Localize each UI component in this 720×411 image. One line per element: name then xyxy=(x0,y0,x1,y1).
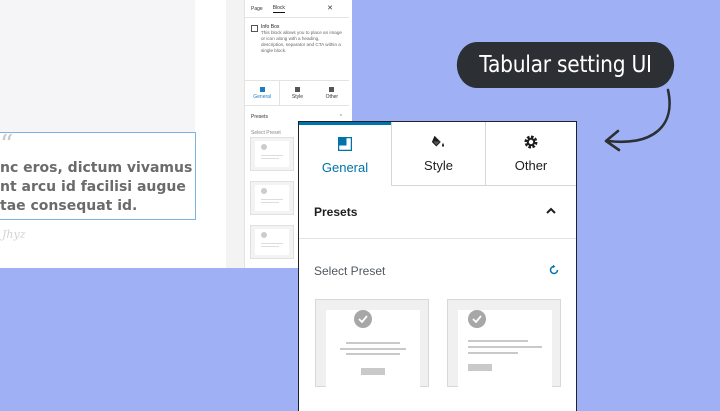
presets-title: Presets xyxy=(314,205,358,219)
gear-icon xyxy=(523,134,539,150)
mini-preset-card[interactable] xyxy=(250,137,294,171)
canvas-area xyxy=(0,0,195,132)
mini-block-description: This block allows you to place an image … xyxy=(261,30,342,53)
preset-card[interactable] xyxy=(447,299,561,388)
tab-other-label: Other xyxy=(514,158,548,173)
presets-section-header[interactable]: Presets xyxy=(299,186,576,239)
tab-style[interactable]: Style xyxy=(391,122,485,186)
layout-icon xyxy=(337,136,353,152)
settings-tabs: General Style Other xyxy=(299,122,576,186)
mini-tab-general[interactable]: General xyxy=(245,81,281,105)
mini-tab-style-label: Style xyxy=(291,93,304,100)
select-preset-label: Select Preset xyxy=(314,264,386,278)
tab-style-label: Style xyxy=(424,158,453,173)
mini-preset-card[interactable] xyxy=(250,181,294,215)
quote-line: tae consequat id. xyxy=(0,198,138,214)
check-icon xyxy=(261,188,267,194)
preset-card[interactable] xyxy=(315,299,429,388)
signature-icon: Jhyz xyxy=(2,228,26,241)
mini-block-info: Info Box This block allows you to place … xyxy=(245,18,349,81)
chevron-up-icon[interactable] xyxy=(544,204,558,221)
check-icon xyxy=(261,232,267,238)
check-icon xyxy=(261,144,267,150)
check-icon xyxy=(354,310,372,328)
paint-bucket-icon xyxy=(294,86,300,92)
block-settings-panel: General Style Other Presets Select Prese… xyxy=(298,121,577,411)
mini-sidebar-tabs: Page Block ✕ xyxy=(245,0,349,18)
quote-line: nt arcu id facilisi augue xyxy=(0,179,186,195)
tab-general[interactable]: General xyxy=(299,122,391,186)
mini-presets-label: Presets xyxy=(251,114,268,120)
callout-label: Tabular setting UI xyxy=(456,42,675,88)
check-icon xyxy=(468,310,486,328)
mini-tab-other[interactable]: Other xyxy=(315,81,349,105)
mini-close-icon[interactable]: ✕ xyxy=(327,4,333,12)
mini-tab-other-label: Other xyxy=(325,93,339,100)
quote-line: nc eros, dictum vivamus xyxy=(0,160,193,176)
tab-general-label: General xyxy=(321,160,369,175)
tab-other[interactable]: Other xyxy=(485,122,576,186)
mini-tab-style[interactable]: Style xyxy=(280,81,314,105)
quote-mark-icon: “ xyxy=(0,130,14,160)
select-preset-row: Select Preset xyxy=(299,251,576,291)
paint-bucket-icon xyxy=(431,134,447,150)
layout-icon xyxy=(259,86,265,92)
curved-arrow-icon xyxy=(604,88,671,152)
mini-tab-block[interactable]: Block xyxy=(272,5,285,13)
info-box-icon xyxy=(251,25,258,32)
mini-tab-general-label: General xyxy=(253,93,272,100)
mini-tab-page[interactable]: Page xyxy=(251,6,263,12)
mini-preset-card[interactable] xyxy=(250,225,294,259)
scroll-strip xyxy=(226,0,245,268)
reset-icon[interactable] xyxy=(548,264,560,279)
mini-tab-row: General Style Other xyxy=(245,81,349,106)
chevron-up-icon: ⌃ xyxy=(338,114,343,120)
gear-icon xyxy=(329,86,335,92)
preset-cards xyxy=(299,291,576,391)
